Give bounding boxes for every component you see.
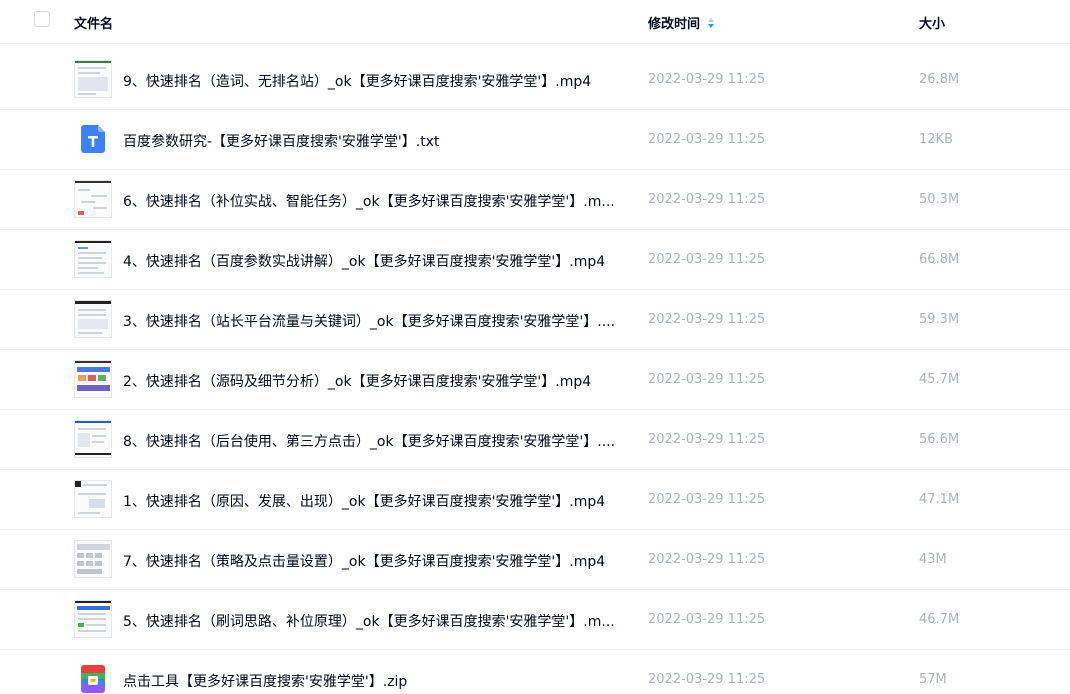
column-header-time[interactable]: 修改时间 (648, 13, 715, 32)
file-modified-time: 2022-03-29 11:25 (648, 192, 766, 207)
file-size: 57M (919, 672, 947, 687)
column-header-time-label: 修改时间 (648, 17, 701, 32)
file-size: 26.8M (919, 72, 960, 87)
file-name[interactable]: 7、快速排名（策略及点击量设置）_ok【更多好课百度搜索'安雅学堂'】.mp4 (123, 551, 628, 571)
file-row-3[interactable]: 4、快速排名（百度参数实战讲解）_ok【更多好课百度搜索'安雅学堂'】.mp4 … (0, 230, 1070, 290)
file-row-7[interactable]: 1、快速排名（原因、发展、出现）_ok【更多好课百度搜索'安雅学堂'】.mp4 … (0, 470, 1070, 530)
file-modified-time: 2022-03-29 11:25 (648, 72, 766, 87)
video-thumbnail-icon (74, 180, 112, 218)
file-row-0[interactable]: 9、快速排名（造词、无排名站）_ok【更多好课百度搜索'安雅学堂'】.mp4 2… (0, 50, 1070, 110)
video-thumbnail-icon (74, 480, 112, 518)
file-size: 59.3M (919, 312, 960, 327)
file-name[interactable]: 8、快速排名（后台使用、第三方点击）_ok【更多好课百度搜索'安雅学堂'】...… (123, 431, 628, 451)
file-name[interactable]: 点击工具【更多好课百度搜索'安雅学堂'】.zip (123, 671, 628, 691)
file-row-10[interactable]: 点击工具【更多好课百度搜索'安雅学堂'】.zip 2022-03-29 11:2… (0, 650, 1070, 694)
file-modified-time: 2022-03-29 11:25 (648, 552, 766, 567)
file-name[interactable]: 6、快速排名（补位实战、智能任务）_ok【更多好课百度搜索'安雅学堂'】.m..… (123, 191, 628, 211)
file-modified-time: 2022-03-29 11:25 (648, 612, 766, 627)
file-row-8[interactable]: 7、快速排名（策略及点击量设置）_ok【更多好课百度搜索'安雅学堂'】.mp4 … (0, 530, 1070, 590)
file-modified-time: 2022-03-29 11:25 (648, 672, 766, 687)
video-thumbnail-icon (74, 300, 112, 338)
zip-file-icon (81, 665, 105, 693)
file-size: 45.7M (919, 372, 960, 387)
file-row-9[interactable]: 5、快速排名（刷词思路、补位原理）_ok【更多好课百度搜索'安雅学堂'】.m..… (0, 590, 1070, 650)
file-name[interactable]: 9、快速排名（造词、无排名站）_ok【更多好课百度搜索'安雅学堂'】.mp4 (123, 71, 628, 91)
video-thumbnail-icon (74, 420, 112, 458)
file-row-4[interactable]: 3、快速排名（站长平台流量与关键词）_ok【更多好课百度搜索'安雅学堂'】...… (0, 290, 1070, 350)
file-modified-time: 2022-03-29 11:25 (648, 492, 766, 507)
file-row-2[interactable]: 6、快速排名（补位实战、智能任务）_ok【更多好课百度搜索'安雅学堂'】.m..… (0, 170, 1070, 230)
file-modified-time: 2022-03-29 11:25 (648, 132, 766, 147)
file-size: 43M (919, 552, 947, 567)
video-thumbnail-icon (74, 540, 112, 578)
file-modified-time: 2022-03-29 11:25 (648, 312, 766, 327)
file-row-6[interactable]: 8、快速排名（后台使用、第三方点击）_ok【更多好课百度搜索'安雅学堂'】...… (0, 410, 1070, 470)
file-name[interactable]: 4、快速排名（百度参数实战讲解）_ok【更多好课百度搜索'安雅学堂'】.mp4 (123, 251, 628, 271)
file-size: 56.6M (919, 432, 960, 447)
text-file-icon (81, 125, 105, 153)
file-list-header: 文件名 修改时间 大小 (0, 0, 1070, 44)
video-thumbnail-icon (74, 60, 112, 98)
file-size: 47.1M (919, 492, 960, 507)
sort-icon[interactable] (708, 18, 715, 29)
file-row-5[interactable]: 2、快速排名（源码及细节分析）_ok【更多好课百度搜索'安雅学堂'】.mp4 2… (0, 350, 1070, 410)
file-size: 46.7M (919, 612, 960, 627)
column-header-size[interactable]: 大小 (919, 13, 945, 32)
video-thumbnail-icon (74, 360, 112, 398)
file-modified-time: 2022-03-29 11:25 (648, 432, 766, 447)
video-thumbnail-icon (74, 600, 112, 638)
file-name[interactable]: 5、快速排名（刷词思路、补位原理）_ok【更多好课百度搜索'安雅学堂'】.m..… (123, 611, 628, 631)
file-list: 文件名 修改时间 大小 9、快速排名（造词、无排名站）_ok【更多好课百度搜索'… (0, 0, 1070, 694)
file-modified-time: 2022-03-29 11:25 (648, 372, 766, 387)
file-name[interactable]: 2、快速排名（源码及细节分析）_ok【更多好课百度搜索'安雅学堂'】.mp4 (123, 371, 628, 391)
column-header-name[interactable]: 文件名 (74, 13, 113, 32)
file-name[interactable]: 百度参数研究-【更多好课百度搜索'安雅学堂'】.txt (123, 131, 628, 151)
file-row-1[interactable]: 百度参数研究-【更多好课百度搜索'安雅学堂'】.txt 2022-03-29 1… (0, 110, 1070, 170)
video-thumbnail-icon (74, 240, 112, 278)
file-size: 50.3M (919, 192, 960, 207)
select-all-checkbox[interactable] (34, 11, 50, 27)
file-modified-time: 2022-03-29 11:25 (648, 252, 766, 267)
file-size: 12KB (919, 132, 953, 147)
file-name[interactable]: 1、快速排名（原因、发展、出现）_ok【更多好课百度搜索'安雅学堂'】.mp4 (123, 491, 628, 511)
file-size: 66.8M (919, 252, 960, 267)
file-name[interactable]: 3、快速排名（站长平台流量与关键词）_ok【更多好课百度搜索'安雅学堂'】...… (123, 311, 628, 331)
